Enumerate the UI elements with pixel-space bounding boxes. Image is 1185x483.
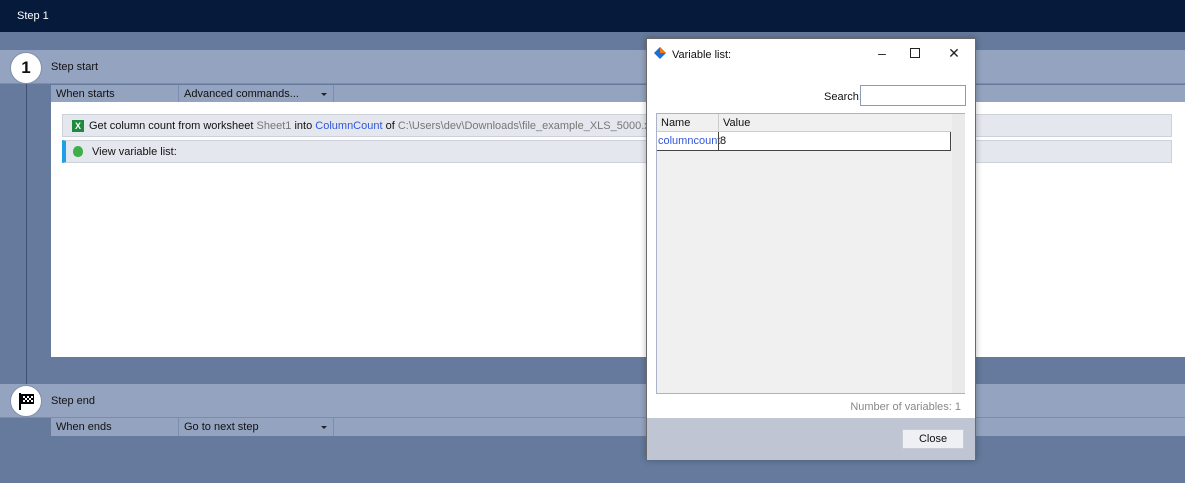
column-divider (718, 132, 719, 150)
commands-panel: X Get column count from worksheet Sheet1… (51, 102, 1185, 357)
dropdown-value: Go to next step (184, 421, 259, 433)
step-connector-line (26, 84, 27, 384)
step-number-badge: 1 (10, 52, 42, 84)
variable-value[interactable]: 8 (720, 135, 726, 147)
step-number: 1 (21, 58, 31, 77)
column-header-value[interactable]: Value (723, 117, 750, 129)
dropdown-value: Advanced commands... (184, 88, 299, 100)
command-text: View variable list: (92, 146, 177, 158)
search-input[interactable] (860, 85, 966, 106)
when-starts-label: When starts (51, 85, 179, 103)
bug-icon (73, 146, 83, 157)
variable-name: columncount (658, 135, 721, 147)
command-variable: ColumnCount (315, 120, 383, 132)
step-end-header: Step end (0, 384, 1185, 418)
column-divider (718, 114, 719, 132)
dialog-title: Variable list: (672, 49, 732, 61)
command-text: Get column count from worksheet (89, 120, 254, 132)
dialog-footer: Close (647, 418, 975, 460)
minimize-button[interactable]: – (871, 45, 893, 63)
command-of: of (385, 120, 395, 132)
step-start-header: Step start (0, 50, 1185, 84)
command-path: C:\Users\dev\Downloads\file_example_XLS_… (397, 120, 658, 132)
table-header: Name Value (657, 114, 951, 132)
close-window-button[interactable]: ✕ (943, 45, 965, 63)
excel-icon: X (72, 120, 84, 132)
close-button[interactable]: Close (902, 429, 964, 449)
step-start-options: When starts Advanced commands... (51, 85, 1185, 103)
title-bar: Step 1 (0, 0, 1185, 32)
finish-flag-badge (10, 385, 42, 417)
step-end-options: When ends Go to next step (51, 418, 1185, 436)
window-title: Step 1 (17, 10, 49, 22)
chevron-down-icon (321, 426, 327, 429)
vertical-scrollbar[interactable] (952, 114, 965, 393)
step-start-label: Step start (51, 61, 99, 73)
advanced-commands-dropdown[interactable]: Advanced commands... (179, 85, 334, 103)
step-end-label: Step end (51, 395, 96, 407)
column-header-name[interactable]: Name (661, 117, 690, 129)
variable-list-dialog: Variable list: – ✕ Search: Name Value co… (646, 38, 976, 460)
command-view-variable-list[interactable]: View variable list: (62, 140, 1172, 163)
app-logo-icon (654, 47, 666, 59)
maximize-button[interactable] (904, 45, 926, 63)
table-row[interactable]: columncount 8 (657, 132, 951, 151)
command-sheet: Sheet1 (256, 120, 292, 132)
command-into: into (294, 120, 313, 132)
command-get-column-count[interactable]: X Get column count from worksheet Sheet1… (62, 114, 1172, 137)
variable-count: Number of variables: 1 (850, 401, 961, 413)
variable-table: Name Value columncount 8 (656, 113, 965, 394)
go-to-next-step-dropdown[interactable]: Go to next step (179, 418, 334, 436)
when-ends-label: When ends (51, 418, 179, 436)
maximize-icon (910, 48, 920, 58)
chevron-down-icon (321, 93, 327, 96)
checkered-flag-icon (19, 393, 34, 410)
search-label: Search: (824, 91, 862, 103)
